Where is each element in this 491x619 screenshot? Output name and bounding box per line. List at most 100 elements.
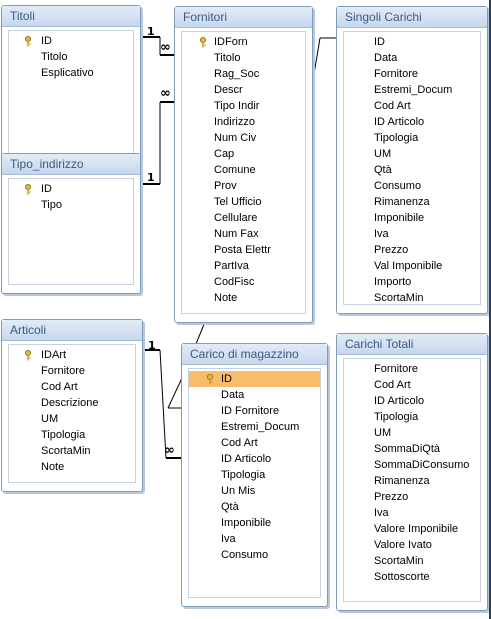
field-row[interactable]: Consumo [189,547,320,563]
field-row[interactable]: Imponibile [189,515,320,531]
field-row[interactable]: ID Articolo [344,393,480,409]
field-row[interactable]: Tipo [9,197,133,213]
field-row[interactable]: Num Civ [182,130,305,146]
field-row[interactable]: Note [182,290,305,306]
field-list[interactable]: IDArt Fornitore Cod Art Descrizione UM T… [8,344,136,483]
field-row[interactable]: Esplicativo [9,65,133,81]
field-row[interactable]: Iva [189,531,320,547]
field-row[interactable]: PartIva [182,258,305,274]
field-row[interactable]: Tipologia [189,467,320,483]
field-row[interactable]: Rimanenza [344,194,480,210]
field-row[interactable]: Cod Art [189,435,320,451]
field-name: Cellulare [214,212,258,224]
field-name: Num Fax [214,228,259,240]
field-row[interactable]: Data [189,387,320,403]
field-row[interactable]: Importo [344,274,480,290]
field-row[interactable]: Sottoscorte [344,569,480,585]
field-row[interactable]: Val Imponibile [344,258,480,274]
field-row[interactable]: ScortaMin [9,443,135,459]
field-list[interactable]: ID Data Fornitore Estremi_Docum Cod Art … [343,31,481,305]
field-row[interactable]: UM [344,425,480,441]
field-name: Tipologia [374,132,419,144]
field-row[interactable]: Comune [182,162,305,178]
field-row[interactable]: Descr [182,82,305,98]
field-row[interactable]: Note [9,459,135,475]
field-row[interactable]: Cap [182,146,305,162]
field-row[interactable]: Tipologia [9,427,135,443]
relationships-canvas[interactable]: 1 ∞ 1 ∞ 1 ∞ Titoli ID Titolo Esplicativo… [0,0,491,619]
field-row[interactable]: Prezzo [344,242,480,258]
table-singoli-carichi[interactable]: Singoli Carichi ID Data Fornitore Estrem… [336,6,488,314]
field-row[interactable]: ID [344,34,480,50]
field-row[interactable]: Prov [182,178,305,194]
field-row[interactable]: Consumo [344,178,480,194]
table-carichi-totali[interactable]: Carichi Totali Fornitore Cod Art ID Arti… [336,333,488,611]
relationship-articoli-carico[interactable] [142,349,182,459]
field-row[interactable]: Tipo Indir [182,98,305,114]
field-row[interactable]: Tel Ufficio [182,194,305,210]
field-row[interactable]: SommaDiConsumo [344,457,480,473]
table-title[interactable]: Articoli [2,320,142,341]
join-fornitori-singolicarichi[interactable] [309,37,336,99]
field-row[interactable]: ID Articolo [189,451,320,467]
field-row[interactable]: Fornitore [9,363,135,379]
field-row[interactable]: Titolo [9,49,133,65]
field-row[interactable]: Indirizzo [182,114,305,130]
table-title[interactable]: Tipo_indirizzo [2,154,140,175]
field-row[interactable]: ID Articolo [344,114,480,130]
field-row[interactable]: Cellulare [182,210,305,226]
field-row[interactable]: Rimanenza [344,473,480,489]
field-row[interactable]: Valore Imponibile [344,521,480,537]
field-row[interactable]: Prezzo [344,489,480,505]
field-row[interactable]: ScortaMin [344,553,480,569]
field-row[interactable]: Iva [344,505,480,521]
field-row[interactable]: Data [344,50,480,66]
field-row[interactable]: Un Mis [189,483,320,499]
table-articoli[interactable]: Articoli IDArt Fornitore Cod Art Descriz… [1,319,143,492]
table-title[interactable]: Fornitori [175,7,312,28]
field-row[interactable]: Posta Elettr [182,242,305,258]
field-row[interactable]: SommaDiQtà [344,441,480,457]
field-name: Data [374,52,398,64]
table-title[interactable]: Singoli Carichi [337,7,487,28]
field-row[interactable]: Imponibile [344,210,480,226]
field-row[interactable]: Valore Ivato [344,537,480,553]
field-row[interactable]: UM [9,411,135,427]
field-row[interactable]: Fornitore [344,66,480,82]
field-row[interactable]: Tipologia [344,130,480,146]
field-list[interactable]: Fornitore Cod Art ID Articolo Tipologia … [343,358,481,602]
field-row[interactable]: Cod Art [9,379,135,395]
field-row[interactable]: IDForn [182,34,305,50]
field-row[interactable]: Estremi_Docum [189,419,320,435]
field-row[interactable]: Rag_Soc [182,66,305,82]
field-row[interactable]: ID [9,33,133,49]
field-row[interactable]: Cod Art [344,377,480,393]
field-row[interactable]: ID [9,181,133,197]
table-carico-di-magazzino[interactable]: Carico di magazzino ID Data ID Fornitore… [181,343,328,607]
field-row-selected[interactable]: ID [189,371,320,387]
field-list[interactable]: ID Data ID Fornitore Estremi_Docum Cod A… [188,368,321,598]
field-row[interactable]: CodFisc [182,274,305,290]
table-fornitori[interactable]: Fornitori IDForn Titolo Rag_Soc Descr Ti… [174,6,313,323]
table-tipo-indirizzo[interactable]: Tipo_indirizzo ID Tipo [1,153,141,294]
field-row[interactable]: Num Fax [182,226,305,242]
field-row[interactable]: Descrizione [9,395,135,411]
field-row[interactable]: Titolo [182,50,305,66]
field-name: Descr [214,84,243,96]
field-list[interactable]: ID Tipo [8,178,134,285]
field-row[interactable]: Fornitore [344,361,480,377]
field-row[interactable]: ID Fornitore [189,403,320,419]
field-row[interactable]: Cod Art [344,98,480,114]
field-row[interactable]: Qtà [344,162,480,178]
table-title[interactable]: Carichi Totali [337,334,487,355]
field-row[interactable]: IDArt [9,347,135,363]
field-row[interactable]: Estremi_Docum [344,82,480,98]
field-row[interactable]: Tipologia [344,409,480,425]
field-row[interactable]: Qtà [189,499,320,515]
table-title[interactable]: Titoli [2,6,140,27]
field-row[interactable]: ScortaMin [344,290,480,304]
field-list[interactable]: IDForn Titolo Rag_Soc Descr Tipo Indir I… [181,31,306,314]
field-row[interactable]: Iva [344,226,480,242]
field-row[interactable]: UM [344,146,480,162]
table-title[interactable]: Carico di magazzino [182,344,327,365]
